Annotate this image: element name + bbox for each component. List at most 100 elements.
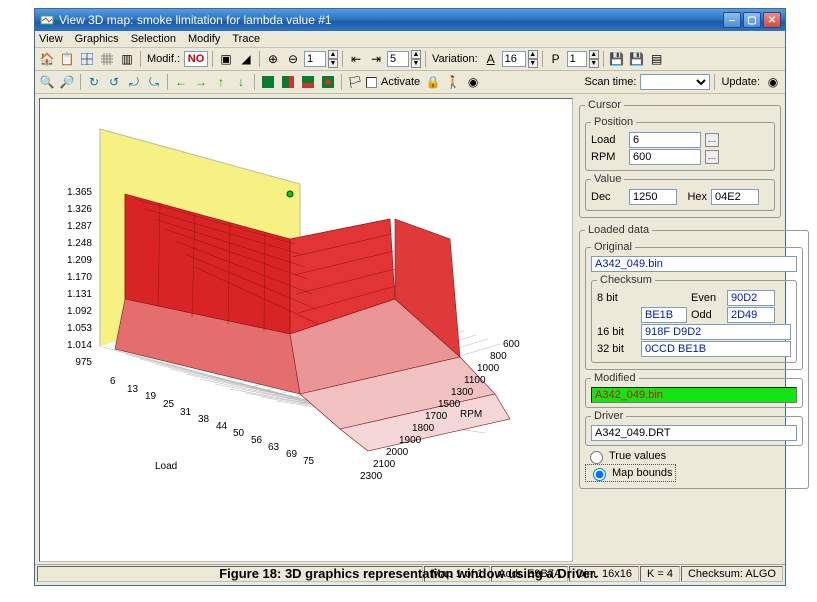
filter-icon[interactable]: 🏳 (346, 73, 364, 91)
home-icon[interactable]: 🏠 (38, 50, 56, 68)
zoom-out-icon[interactable]: 🔎 (58, 73, 76, 91)
menu-view[interactable]: View (39, 33, 63, 45)
tilt-up-icon[interactable]: ⤿ (145, 73, 163, 91)
arrow-down-icon[interactable]: ↓ (232, 73, 250, 91)
svg-text:1.248: 1.248 (67, 238, 92, 249)
value-legend: Value (591, 173, 624, 185)
table-icon[interactable] (78, 50, 96, 68)
svg-text:38: 38 (198, 414, 210, 425)
minimize-button[interactable]: – (723, 12, 741, 28)
spin3-input[interactable] (567, 51, 587, 67)
svg-text:31: 31 (180, 407, 192, 418)
spin2-input[interactable] (387, 51, 409, 67)
zoom-in-icon[interactable]: 🔍 (38, 73, 56, 91)
svg-text:800: 800 (490, 351, 507, 362)
cursor-group: Cursor Position Load … RPM … (579, 99, 781, 218)
rotate-cw-icon[interactable]: ↻ (85, 73, 103, 91)
maximize-button[interactable]: ▢ (743, 12, 761, 28)
spin2-stepper[interactable]: ▲▼ (411, 50, 421, 68)
block-c-icon[interactable] (299, 73, 317, 91)
modif-label: Modif.: (147, 53, 180, 65)
activate-checkbox[interactable] (366, 77, 377, 88)
odd-label: Odd (691, 309, 723, 321)
original-legend: Original (591, 241, 635, 253)
bit8-input[interactable] (641, 307, 687, 323)
close-button[interactable]: ✕ (763, 12, 781, 28)
modified-file[interactable]: A342_049.bin (591, 387, 797, 403)
scantime-select[interactable] (640, 74, 710, 90)
update-icon[interactable]: ◉ (764, 73, 782, 91)
dec-input[interactable] (629, 189, 677, 205)
original-file[interactable] (591, 256, 797, 272)
record-icon[interactable]: ◉ (464, 73, 482, 91)
svg-text:1.365: 1.365 (67, 187, 92, 198)
hex-label: Hex (681, 191, 707, 203)
variation-stepper[interactable]: ▲▼ (528, 50, 538, 68)
spin3-stepper[interactable]: ▲▼ (589, 50, 599, 68)
col-right-icon[interactable]: ⇥ (367, 50, 385, 68)
mark-p-icon[interactable]: P (547, 50, 565, 68)
arrow-left-icon[interactable]: ← (172, 73, 190, 91)
person-icon[interactable]: 🚶 (444, 73, 462, 91)
copy-icon[interactable]: 📋 (58, 50, 76, 68)
load-browse[interactable]: … (705, 133, 719, 147)
rpm-input[interactable] (629, 149, 701, 165)
menu-graphics[interactable]: Graphics (75, 33, 119, 45)
svg-text:75: 75 (303, 456, 315, 467)
tilt-down-icon[interactable]: ⤾ (125, 73, 143, 91)
tag-icon[interactable]: ◢ (237, 50, 255, 68)
svg-text:1.014: 1.014 (67, 340, 92, 351)
arrow-up-icon[interactable]: ↑ (212, 73, 230, 91)
even-input[interactable] (727, 290, 775, 306)
variation-input[interactable] (502, 51, 526, 67)
block-a-icon[interactable] (259, 73, 277, 91)
step-minus-icon[interactable]: ⊖ (284, 50, 302, 68)
block-d-icon[interactable] (319, 73, 337, 91)
sheet-icon[interactable]: ▥ (118, 50, 136, 68)
original-group: Original Checksum 8 bit Even (585, 241, 803, 370)
menu-trace[interactable]: Trace (232, 33, 260, 45)
svg-text:1100: 1100 (464, 375, 486, 386)
bit32-label: 32 bit (597, 343, 637, 355)
value-group: Value Dec Hex (585, 173, 775, 211)
disk-a-icon[interactable]: 💾 (608, 50, 626, 68)
lock-icon[interactable]: 🔒 (424, 73, 442, 91)
rotate-ccw-icon[interactable]: ↺ (105, 73, 123, 91)
svg-text:975: 975 (75, 357, 92, 368)
bit16-input[interactable] (641, 324, 791, 340)
variation-a-icon[interactable]: A (482, 50, 500, 68)
cursor-marker (287, 191, 293, 197)
spin1-input[interactable] (304, 51, 326, 67)
svg-text:RPM: RPM (460, 409, 482, 420)
svg-text:1.287: 1.287 (67, 221, 92, 232)
menu-selection[interactable]: Selection (131, 33, 176, 45)
true-values-radio[interactable] (590, 451, 603, 464)
svg-text:6: 6 (110, 376, 116, 387)
disk-b-icon[interactable]: 💾 (628, 50, 646, 68)
arrow-right-icon[interactable]: → (192, 73, 210, 91)
svg-text:69: 69 (286, 449, 298, 460)
rpm-browse[interactable]: … (705, 150, 719, 164)
step-plus-icon[interactable]: ⊕ (264, 50, 282, 68)
hex-input[interactable] (711, 189, 759, 205)
col-left-icon[interactable]: ⇤ (347, 50, 365, 68)
grid-icon[interactable] (98, 50, 116, 68)
checksum-legend: Checksum (597, 274, 655, 286)
driver-file[interactable] (591, 425, 797, 441)
block-b-icon[interactable] (279, 73, 297, 91)
svg-text:63: 63 (268, 442, 280, 453)
stamp-a-icon[interactable]: ▣ (217, 50, 235, 68)
loaded-data-group: Loaded data Original Checksum 8 bit Even (579, 224, 809, 489)
panel-icon[interactable]: ▤ (648, 50, 666, 68)
title-bar: View 3D map: smoke limitation for lambda… (35, 9, 785, 31)
bit32-input[interactable] (641, 341, 791, 357)
odd-input[interactable] (727, 307, 775, 323)
true-values-label: True values (609, 450, 666, 462)
modif-value[interactable] (184, 51, 208, 67)
3d-canvas[interactable]: 1.365 1.326 1.287 1.248 1.209 1.170 1.13… (39, 98, 573, 562)
load-input[interactable] (629, 132, 701, 148)
menu-modify[interactable]: Modify (188, 33, 220, 45)
spin1-stepper[interactable]: ▲▼ (328, 50, 338, 68)
map-bounds-radio[interactable] (593, 468, 606, 481)
driver-legend: Driver (591, 410, 626, 422)
